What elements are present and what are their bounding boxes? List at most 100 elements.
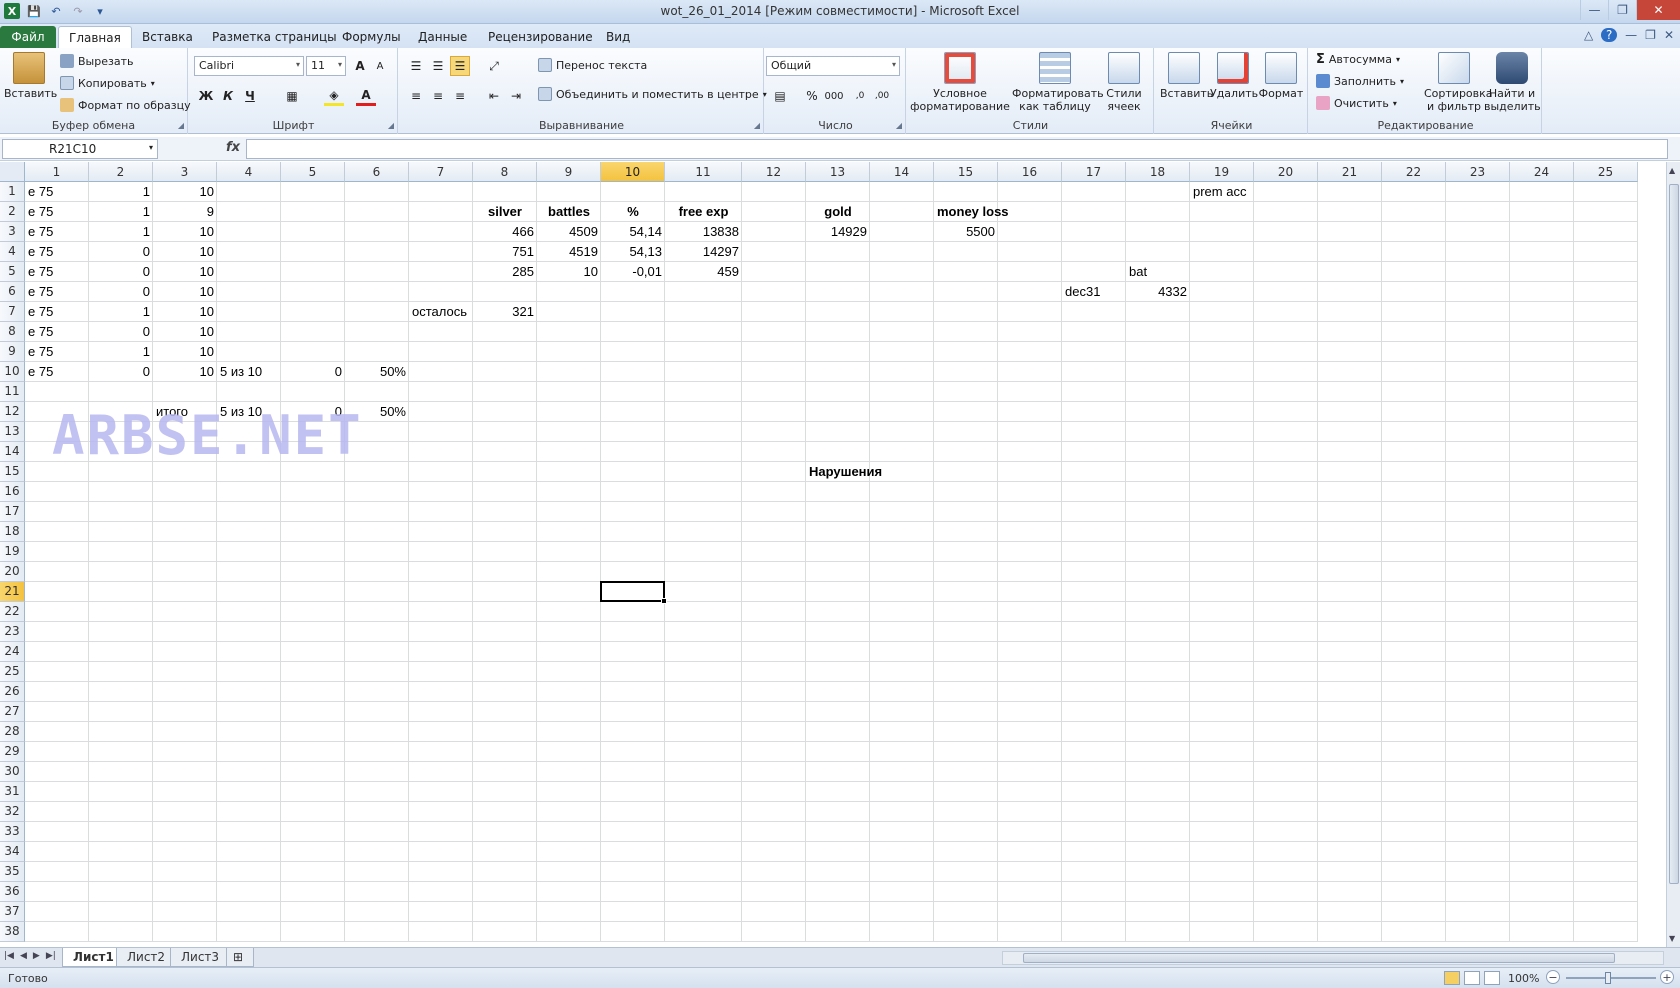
cell-r4c2[interactable]: 0 [89,242,153,262]
format-painter-button[interactable]: Формат по образцу [60,98,191,112]
alignment-launcher-icon[interactable]: ◢ [754,121,760,130]
cell-r2c2[interactable]: 1 [89,202,153,222]
column-header-18[interactable]: 18 [1126,162,1190,182]
doc-close-icon[interactable]: ✕ [1664,28,1674,42]
currency-icon[interactable]: ▤ [770,86,790,106]
cell-r3c13[interactable]: 14929 [806,222,870,242]
row-header-1[interactable]: 1 [0,182,25,202]
column-header-7[interactable]: 7 [409,162,473,182]
first-sheet-icon[interactable]: |◀ [4,951,14,961]
find-select-button[interactable]: Найти и выделить [1484,52,1541,113]
cell-r4c9[interactable]: 4519 [537,242,601,262]
page-layout-view-icon[interactable] [1464,971,1480,985]
fill-handle[interactable] [661,598,667,604]
tab-review[interactable]: Рецензирование [478,26,603,48]
row-header-5[interactable]: 5 [0,262,25,282]
orientation-icon[interactable]: ⤢ [484,56,504,76]
cell-r3c8[interactable]: 466 [473,222,537,242]
cell-r15c13[interactable]: Нарушения [806,462,882,482]
cell-r5c2[interactable]: 0 [89,262,153,282]
align-right-icon[interactable]: ≡ [450,86,470,106]
cell-r8c2[interactable]: 0 [89,322,153,342]
row-header-24[interactable]: 24 [0,642,25,662]
zoom-out-icon[interactable]: − [1546,970,1560,984]
cell-r2c3[interactable]: 9 [153,202,217,222]
column-header-9[interactable]: 9 [537,162,601,182]
cut-button[interactable]: Вырезать [60,54,133,68]
row-header-27[interactable]: 27 [0,702,25,722]
format-cells-button[interactable]: Формат [1258,52,1304,100]
row-header-28[interactable]: 28 [0,722,25,742]
column-header-20[interactable]: 20 [1254,162,1318,182]
column-header-10[interactable]: 10 [601,162,665,182]
column-header-11[interactable]: 11 [665,162,742,182]
column-header-24[interactable]: 24 [1510,162,1574,182]
tab-page-layout[interactable]: Разметка страницы [202,26,347,48]
percent-button[interactable]: % [802,86,822,106]
font-color-icon[interactable]: A [356,86,376,106]
font-name-select[interactable]: Calibri ▾ [194,56,304,76]
maximize-button[interactable]: ❐ [1608,0,1636,20]
cell-r5c8[interactable]: 285 [473,262,537,282]
tab-view[interactable]: Вид [596,26,640,48]
row-header-26[interactable]: 26 [0,682,25,702]
cell-styles-button[interactable]: Стили ячеек [1098,52,1150,113]
row-header-11[interactable]: 11 [0,382,25,402]
number-launcher-icon[interactable]: ◢ [896,121,902,130]
tab-home[interactable]: Главная [58,26,132,48]
row-header-10[interactable]: 10 [0,362,25,382]
sheet-tab-3[interactable]: Лист3 [170,948,231,967]
align-bottom-icon[interactable]: ☰ [450,56,470,76]
cell-r3c10[interactable]: 54,14 [601,222,665,242]
align-center-icon[interactable]: ≡ [428,86,448,106]
cell-r2c11[interactable]: free exp [665,202,742,222]
page-break-view-icon[interactable] [1484,971,1500,985]
tab-formulas[interactable]: Формулы [332,26,411,48]
column-header-2[interactable]: 2 [89,162,153,182]
column-header-8[interactable]: 8 [473,162,537,182]
column-header-23[interactable]: 23 [1446,162,1510,182]
cell-r2c8[interactable]: silver [473,202,537,222]
bold-button[interactable]: Ж [196,86,216,106]
font-launcher-icon[interactable]: ◢ [388,121,394,130]
cell-r6c18[interactable]: 4332 [1126,282,1190,302]
row-header-37[interactable]: 37 [0,902,25,922]
row-header-30[interactable]: 30 [0,762,25,782]
prev-sheet-icon[interactable]: ◀ [20,951,27,961]
cell-r4c1[interactable]: e 75 [25,242,89,262]
cell-r5c10[interactable]: -0,01 [601,262,665,282]
help-icon[interactable]: ? [1601,28,1618,42]
row-header-21[interactable]: 21 [0,582,25,602]
tab-file[interactable]: Файл [0,26,56,48]
column-header-15[interactable]: 15 [934,162,998,182]
doc-minimize-icon[interactable]: — [1625,28,1637,42]
cell-r10c6[interactable]: 50% [345,362,409,382]
cell-r3c9[interactable]: 4509 [537,222,601,242]
tab-insert[interactable]: Вставка [132,26,203,48]
cell-r9c3[interactable]: 10 [153,342,217,362]
grow-font-button[interactable]: A [350,56,370,76]
zoom-slider-thumb[interactable] [1605,972,1611,984]
column-header-13[interactable]: 13 [806,162,870,182]
insert-function-icon[interactable]: fx [226,140,240,155]
fill-button[interactable]: Заполнить ▾ [1316,74,1404,88]
cell-r1c19[interactable]: prem acc [1190,182,1254,202]
row-header-9[interactable]: 9 [0,342,25,362]
cell-r3c11[interactable]: 13838 [665,222,742,242]
row-header-13[interactable]: 13 [0,422,25,442]
column-header-22[interactable]: 22 [1382,162,1446,182]
sheet-tab-2[interactable]: Лист2 [116,948,177,967]
align-top-icon[interactable]: ☰ [406,56,426,76]
cell-r7c8[interactable]: 321 [473,302,537,322]
borders-icon[interactable]: ▦ [282,86,302,106]
column-header-19[interactable]: 19 [1190,162,1254,182]
formula-input[interactable] [246,139,1668,159]
increase-indent-icon[interactable]: ⇥ [506,86,526,106]
row-header-33[interactable]: 33 [0,822,25,842]
row-header-32[interactable]: 32 [0,802,25,822]
cell-r7c7[interactable]: осталось [409,302,473,322]
horizontal-scrollbar[interactable] [1002,951,1664,965]
paste-button[interactable]: Вставить [4,52,57,100]
row-header-3[interactable]: 3 [0,222,25,242]
row-header-7[interactable]: 7 [0,302,25,322]
